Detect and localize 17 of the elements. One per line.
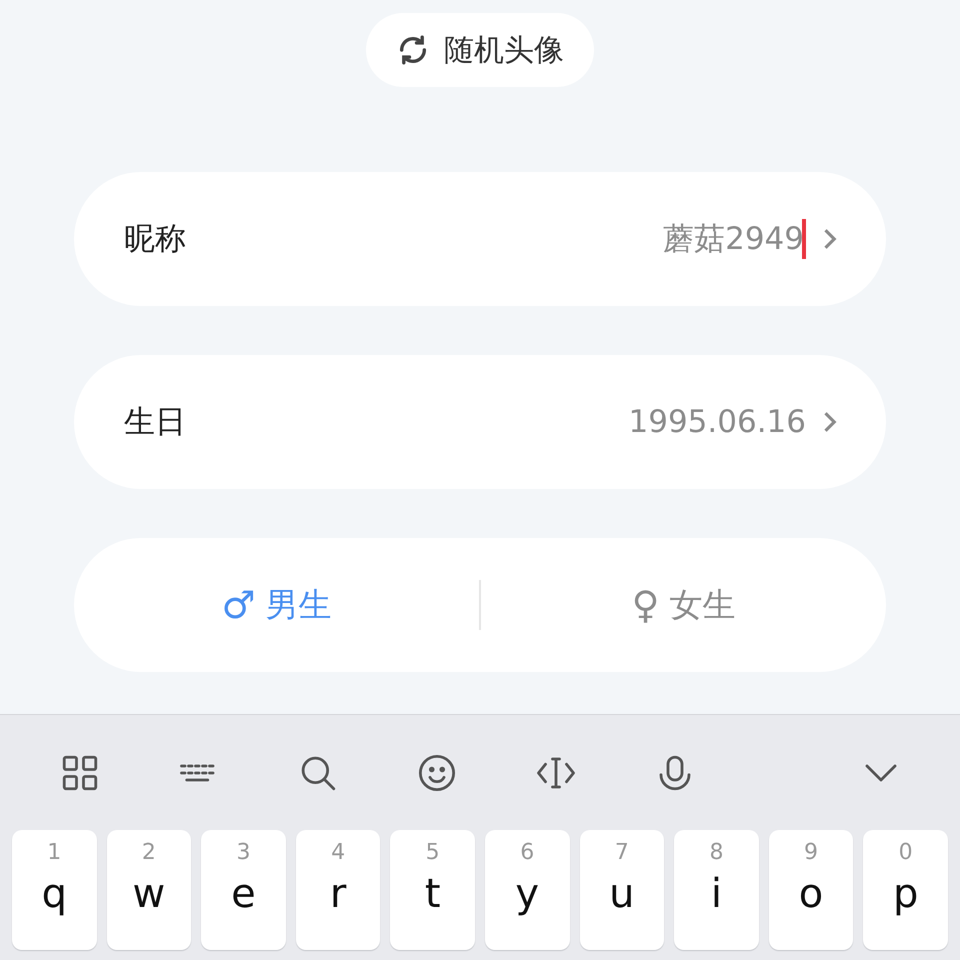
keyboard-key[interactable]: 0 p	[863, 830, 948, 950]
random-avatar-button[interactable]: 随机头像	[366, 13, 594, 87]
keyboard-key[interactable]: 6 y	[484, 830, 570, 950]
keyboard-key[interactable]: 2 w	[106, 830, 192, 950]
keyboard-key[interactable]: 5 t	[390, 830, 475, 950]
field-value: 蘑菇2949	[663, 220, 804, 259]
form-row[interactable]: 昵称 蘑菇2949	[74, 172, 886, 306]
keyboard-key[interactable]: 8 i	[674, 830, 759, 950]
form-row[interactable]: 生日 1995.06.16	[74, 355, 886, 489]
keyboard-key[interactable]: 4 r	[296, 830, 380, 950]
keyboard-key[interactable]: 7 u	[580, 830, 664, 950]
keyboard-key[interactable]: 3 e	[201, 830, 286, 950]
field-label: 生日	[124, 403, 187, 442]
keyboard-key[interactable]: 9 o	[768, 830, 854, 950]
field-label: 昵称	[124, 220, 187, 259]
field-value: 1995.06.16	[628, 404, 806, 440]
keyboard-key[interactable]: 1 q	[12, 830, 97, 950]
